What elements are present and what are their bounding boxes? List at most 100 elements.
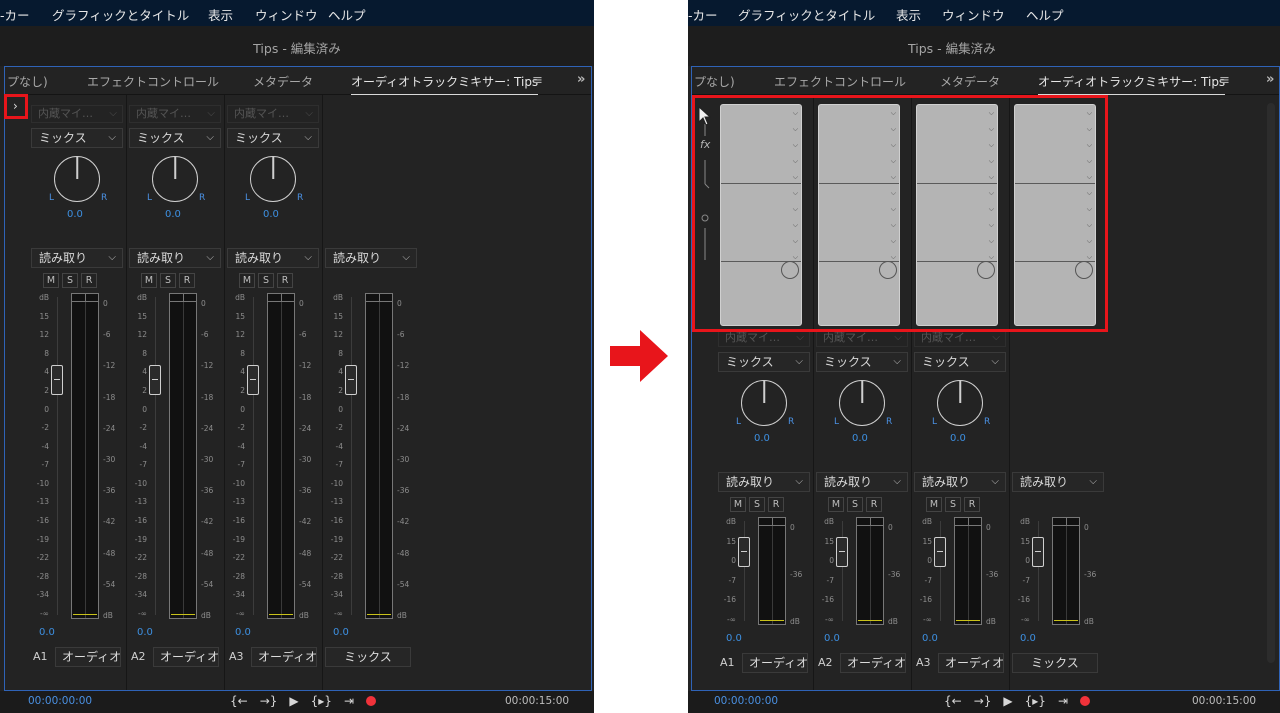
current-timecode[interactable]: 00:00:00:00 bbox=[714, 695, 778, 707]
tab-overflow-icon[interactable]: » bbox=[577, 72, 585, 87]
peak-indicator[interactable] bbox=[170, 294, 196, 302]
volume-fader[interactable] bbox=[738, 537, 750, 567]
pan-knob[interactable] bbox=[741, 380, 787, 426]
master-track-name[interactable]: ミックス bbox=[325, 647, 411, 667]
master-track-name[interactable]: ミックス bbox=[1012, 653, 1098, 673]
output-select[interactable]: ミックス ⌵ bbox=[227, 128, 319, 148]
menu-item-window[interactable]: ウィンドウ bbox=[942, 5, 1005, 24]
go-to-in-icon[interactable]: {← bbox=[944, 694, 962, 708]
menu-item-window[interactable]: ウィンドウ bbox=[255, 5, 318, 24]
menu-item-marker[interactable]: -カー bbox=[0, 5, 30, 24]
menu-item-view[interactable]: 表示 bbox=[896, 5, 921, 24]
volume-fader[interactable] bbox=[836, 537, 848, 567]
volume-fader[interactable] bbox=[934, 537, 946, 567]
fader-value[interactable]: 0.0 bbox=[333, 627, 349, 638]
tab-overflow-icon[interactable]: » bbox=[1266, 72, 1274, 87]
mute-button[interactable]: M bbox=[239, 273, 255, 288]
menu-item-graphics[interactable]: グラフィックとタイトル bbox=[52, 5, 189, 24]
play-icon[interactable]: ▶ bbox=[1003, 694, 1012, 708]
pan-value[interactable]: 0.0 bbox=[754, 433, 770, 444]
output-select[interactable]: ミックス ⌵ bbox=[129, 128, 221, 148]
fader-value[interactable]: 0.0 bbox=[824, 633, 840, 644]
automation-mode-select[interactable]: 読み取り ⌵ bbox=[227, 248, 319, 268]
mute-button[interactable]: M bbox=[43, 273, 59, 288]
solo-button[interactable]: S bbox=[160, 273, 176, 288]
panel-menu-icon[interactable]: ≡ bbox=[532, 73, 543, 88]
solo-button[interactable]: S bbox=[945, 497, 961, 512]
track-name-field[interactable]: オーディオ bbox=[153, 647, 219, 667]
volume-fader[interactable] bbox=[149, 365, 161, 395]
input-select[interactable]: 内蔵マイ… ⌵ bbox=[129, 105, 221, 123]
track-name-field[interactable]: オーディオ bbox=[840, 653, 906, 673]
pan-value[interactable]: 0.0 bbox=[950, 433, 966, 444]
pan-value[interactable]: 0.0 bbox=[67, 209, 83, 220]
tab-metadata[interactable]: メタデータ bbox=[940, 73, 1000, 90]
track-name-field[interactable]: オーディオ bbox=[742, 653, 808, 673]
record-icon[interactable] bbox=[1080, 696, 1090, 706]
automation-mode-select[interactable]: 読み取り ⌵ bbox=[1012, 472, 1104, 492]
tab-effect-controls[interactable]: エフェクトコントロール bbox=[774, 73, 906, 90]
peak-indicator[interactable] bbox=[955, 518, 981, 526]
peak-indicator[interactable] bbox=[366, 294, 392, 302]
record-enable-button[interactable]: R bbox=[768, 497, 784, 512]
automation-mode-select[interactable]: 読み取り ⌵ bbox=[816, 472, 908, 492]
tab-audio-track-mixer[interactable]: オーディオトラックミキサー: Tips bbox=[1038, 73, 1226, 95]
menu-item-help[interactable]: ヘルプ bbox=[1026, 5, 1064, 24]
panel-menu-icon[interactable]: ≡ bbox=[1219, 73, 1230, 88]
mute-button[interactable]: M bbox=[828, 497, 844, 512]
solo-button[interactable]: S bbox=[847, 497, 863, 512]
record-icon[interactable] bbox=[366, 696, 376, 706]
fader-value[interactable]: 0.0 bbox=[39, 627, 55, 638]
output-select[interactable]: ミックス ⌵ bbox=[816, 352, 908, 372]
go-to-out-icon[interactable]: →} bbox=[974, 694, 992, 708]
solo-button[interactable]: S bbox=[258, 273, 274, 288]
automation-mode-select[interactable]: 読み取り ⌵ bbox=[129, 248, 221, 268]
automation-mode-select[interactable]: 読み取り ⌵ bbox=[718, 472, 810, 492]
output-select[interactable]: ミックス ⌵ bbox=[31, 128, 123, 148]
input-select[interactable]: 内蔵マイ… ⌵ bbox=[227, 105, 319, 123]
volume-fader[interactable] bbox=[247, 365, 259, 395]
play-icon[interactable]: ▶ bbox=[289, 694, 298, 708]
mute-button[interactable]: M bbox=[730, 497, 746, 512]
menu-item-marker[interactable]: -カー bbox=[688, 5, 718, 24]
track-name-field[interactable]: オーディオ bbox=[251, 647, 317, 667]
record-enable-button[interactable]: R bbox=[964, 497, 980, 512]
play-in-to-out-icon[interactable]: {▸} bbox=[1025, 694, 1046, 708]
record-enable-button[interactable]: R bbox=[277, 273, 293, 288]
automation-mode-select[interactable]: 読み取り ⌵ bbox=[31, 248, 123, 268]
volume-fader[interactable] bbox=[345, 365, 357, 395]
fader-value[interactable]: 0.0 bbox=[922, 633, 938, 644]
loop-icon[interactable]: ⇥ bbox=[344, 694, 354, 708]
menu-item-view[interactable]: 表示 bbox=[208, 5, 233, 24]
pan-knob[interactable] bbox=[152, 156, 198, 202]
track-name-field[interactable]: オーディオ bbox=[55, 647, 121, 667]
fader-value[interactable]: 0.0 bbox=[726, 633, 742, 644]
expand-effects-button[interactable]: › bbox=[13, 99, 18, 113]
pan-value[interactable]: 0.0 bbox=[165, 209, 181, 220]
record-enable-button[interactable]: R bbox=[866, 497, 882, 512]
mute-button[interactable]: M bbox=[926, 497, 942, 512]
menu-item-help[interactable]: ヘルプ bbox=[328, 5, 366, 24]
mute-button[interactable]: M bbox=[141, 273, 157, 288]
go-to-in-icon[interactable]: {← bbox=[230, 694, 248, 708]
record-enable-button[interactable]: R bbox=[81, 273, 97, 288]
tab-effect-controls[interactable]: エフェクトコントロール bbox=[87, 73, 219, 90]
tab-audio-track-mixer[interactable]: オーディオトラックミキサー: Tips bbox=[351, 73, 539, 95]
pan-knob[interactable] bbox=[937, 380, 983, 426]
menu-item-graphics[interactable]: グラフィックとタイトル bbox=[738, 5, 875, 24]
track-name-field[interactable]: オーディオ bbox=[938, 653, 1004, 673]
pan-value[interactable]: 0.0 bbox=[263, 209, 279, 220]
loop-icon[interactable]: ⇥ bbox=[1058, 694, 1068, 708]
play-in-to-out-icon[interactable]: {▸} bbox=[311, 694, 332, 708]
solo-button[interactable]: S bbox=[62, 273, 78, 288]
tab-source[interactable]: プなし) bbox=[7, 73, 48, 90]
volume-fader[interactable] bbox=[51, 365, 63, 395]
peak-indicator[interactable] bbox=[268, 294, 294, 302]
pan-value[interactable]: 0.0 bbox=[852, 433, 868, 444]
automation-mode-select[interactable]: 読み取り ⌵ bbox=[325, 248, 417, 268]
pan-knob[interactable] bbox=[250, 156, 296, 202]
output-select[interactable]: ミックス ⌵ bbox=[914, 352, 1006, 372]
input-select[interactable]: 内蔵マイ… ⌵ bbox=[31, 105, 123, 123]
automation-mode-select[interactable]: 読み取り ⌵ bbox=[914, 472, 1006, 492]
tab-metadata[interactable]: メタデータ bbox=[253, 73, 313, 90]
